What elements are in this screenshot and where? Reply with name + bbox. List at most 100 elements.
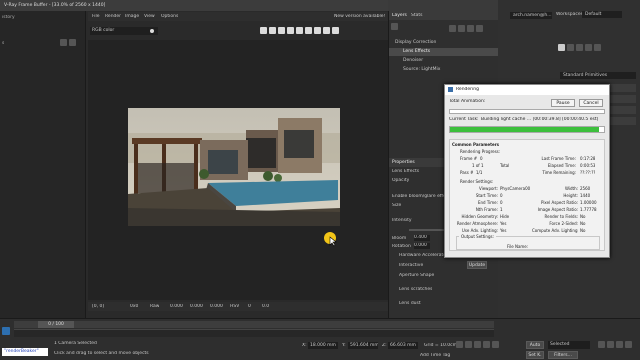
zoom-all-icon[interactable] <box>607 341 614 348</box>
elapsed-time: 0:00:53 <box>580 163 596 168</box>
auto-key-button[interactable]: Auto <box>526 341 544 349</box>
workspace-select[interactable]: Default <box>582 11 622 18</box>
pause-button[interactable]: Pause <box>551 99 575 107</box>
setting-value: 1 <box>500 207 503 212</box>
key-filter-select[interactable]: Selected <box>548 341 590 349</box>
setting-value: 0 <box>500 200 503 205</box>
track-mouse-icon[interactable] <box>269 27 276 34</box>
channel-dropdown-icon[interactable] <box>150 29 154 33</box>
x-coordinate[interactable]: 18.000 mm <box>308 342 338 349</box>
output-settings-label: Output Settings: <box>459 234 496 240</box>
layer-label: Denoiser <box>403 58 424 63</box>
menu-view[interactable]: View <box>144 14 155 19</box>
create-icon[interactable] <box>558 44 565 51</box>
orbit-icon[interactable] <box>625 341 632 348</box>
prop-size: Size <box>392 203 402 208</box>
channel-select[interactable]: RGB color <box>90 27 158 35</box>
bloom-value[interactable]: 0.400 <box>414 235 430 241</box>
pan-icon[interactable] <box>616 341 623 348</box>
motion-icon[interactable] <box>585 44 592 51</box>
setting-value: No <box>580 228 586 233</box>
common-parameters-header[interactable]: Common Parameters <box>452 142 499 148</box>
rotation-value[interactable]: 0.000 <box>414 243 430 249</box>
next-frame-icon[interactable] <box>483 341 490 348</box>
primitives-select[interactable]: Standard Primitives <box>560 72 636 79</box>
prop-interactive[interactable]: Interactive <box>399 263 423 268</box>
modify-icon[interactable] <box>567 44 574 51</box>
hierarchy-icon[interactable] <box>576 44 583 51</box>
play-icon[interactable] <box>474 341 481 348</box>
layer-label: Display Correction <box>395 40 437 45</box>
maxscript-listener[interactable]: "renderBeaker" <box>2 348 48 356</box>
history-tab[interactable]: istory <box>2 15 15 20</box>
output-settings-group: Output Settings: File Name: <box>456 234 600 250</box>
z-coordinate[interactable]: 66.603 mm <box>388 342 418 349</box>
setting-value: Yes <box>500 228 507 233</box>
vfb-toolbar: RGB color <box>88 24 388 38</box>
setting-value: 1.00000 <box>580 200 597 205</box>
frame-value: 0 <box>480 156 483 161</box>
prop-bloom: Bloom <box>392 236 407 241</box>
display-icon[interactable] <box>594 44 601 51</box>
setting-value: No <box>580 214 586 219</box>
max-bottom: 0 / 100 "renderBeaker" 1 Camera Selected… <box>0 318 640 360</box>
folder-icon[interactable] <box>467 25 474 32</box>
frame-label: Frame # <box>460 156 478 161</box>
filters-button[interactable]: Filters... <box>548 351 578 359</box>
stop-render-icon[interactable] <box>323 27 330 34</box>
tab-layers[interactable]: Layers <box>392 13 407 18</box>
file-name-label: File Name: <box>507 244 529 249</box>
lens-icon[interactable] <box>287 27 294 34</box>
render-settings-label: Render Settings: <box>460 179 494 184</box>
user-account[interactable]: arch.namen@h... <box>510 12 552 19</box>
update-button[interactable]: Update <box>467 261 487 269</box>
previous-frame-icon[interactable] <box>465 341 472 348</box>
save-history-icon[interactable] <box>60 39 67 46</box>
render-icon[interactable] <box>314 27 321 34</box>
menu-file[interactable]: File <box>92 14 100 19</box>
history-toolbar <box>60 39 84 47</box>
undo-icon[interactable] <box>449 25 456 32</box>
track-bar[interactable] <box>14 329 494 337</box>
settings-icon[interactable] <box>332 27 339 34</box>
prop-enable-bloom[interactable]: Enable bloom/glare effect <box>392 194 450 199</box>
compare-icon[interactable] <box>296 27 303 34</box>
menu-render[interactable]: Render <box>105 14 121 19</box>
save-layers-icon[interactable] <box>476 25 483 32</box>
history-sub: s <box>2 41 5 46</box>
add-time-tag[interactable]: Add Time Tag <box>420 353 450 358</box>
redo-icon[interactable] <box>458 25 465 32</box>
new-version-notice[interactable]: New version available! <box>334 14 385 19</box>
x-label: X: <box>302 343 307 348</box>
menu-options[interactable]: Options <box>161 14 178 19</box>
menu-image[interactable]: Image <box>125 14 139 19</box>
prop-hw-accel[interactable]: Hardware Accelerated <box>399 253 449 258</box>
bucket-icon[interactable] <box>278 27 285 34</box>
y-coordinate[interactable]: 591.604 mm <box>348 342 378 349</box>
time-slider[interactable]: 0 / 100 <box>14 321 494 328</box>
cancel-button[interactable]: Cancel <box>579 99 603 107</box>
total-progress-bar <box>449 109 605 114</box>
layer-lightmix[interactable]: Source: LightMix <box>389 66 498 74</box>
render-viewport[interactable] <box>88 40 388 300</box>
render-settings-grid: Viewport: PhysCamera009 Width: 2560 Start Ti… <box>450 186 606 236</box>
status-size: 0x0 <box>130 304 139 309</box>
tab-stats[interactable]: Stats <box>411 13 423 18</box>
z-label: Z: <box>382 343 387 348</box>
time-slider-thumb[interactable]: 0 / 100 <box>38 321 74 328</box>
prop-aperture[interactable]: Aperture Shape <box>399 273 434 278</box>
set-key-button[interactable]: Set K. <box>526 351 544 359</box>
prop-lens-scratches[interactable]: Lens scratches <box>399 287 432 292</box>
setting-key: Compute Adv. Lighting: <box>532 228 578 233</box>
delete-history-icon[interactable] <box>69 39 76 46</box>
layer-display-correction[interactable]: Display Correction <box>389 39 498 47</box>
go-to-end-icon[interactable] <box>492 341 499 348</box>
layer-lens-effects[interactable]: Lens Effects <box>389 48 498 56</box>
go-to-start-icon[interactable] <box>456 341 463 348</box>
region-render-icon[interactable] <box>260 27 267 34</box>
prop-lens-dust[interactable]: Lens dust <box>399 301 421 306</box>
ipr-icon[interactable] <box>305 27 312 34</box>
layer-denoiser[interactable]: Denoiser <box>389 57 498 65</box>
zoom-icon[interactable] <box>598 341 605 348</box>
eye-icon[interactable] <box>391 23 398 30</box>
